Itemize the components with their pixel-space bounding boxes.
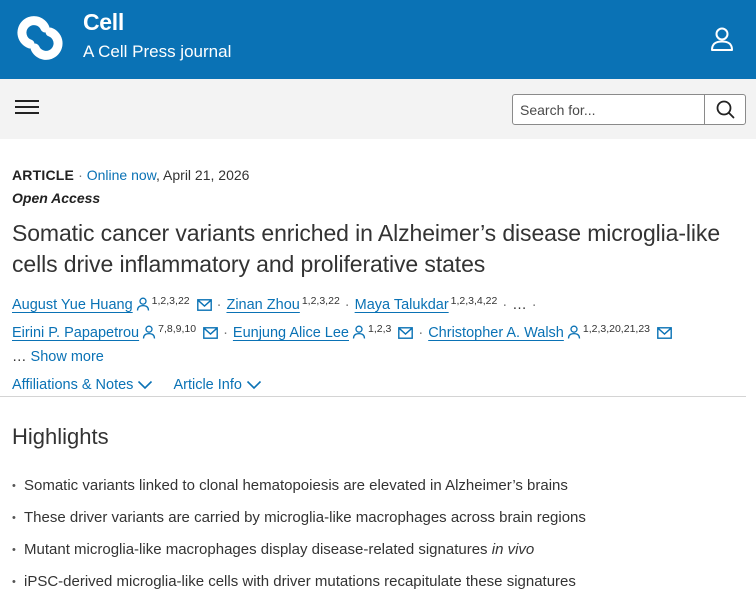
online-now-link[interactable]: Online now — [87, 167, 156, 183]
highlights-section: Highlights Somatic variants linked to cl… — [12, 424, 742, 596]
person-icon[interactable] — [136, 297, 150, 311]
show-more-authors-link[interactable]: Show more — [31, 349, 104, 365]
chevron-down-icon — [138, 380, 153, 390]
author-item: August Yue Huang 1,2,3,22 — [12, 295, 212, 313]
author-ellipsis: … — [12, 349, 27, 365]
author-affiliations[interactable]: 1,2,3,20,21,23 — [583, 323, 650, 335]
search-input[interactable] — [513, 95, 703, 124]
article-info-tabs: Affiliations & Notes Article Info — [12, 377, 744, 393]
author-name[interactable]: Christopher A. Walsh — [428, 325, 564, 341]
mail-icon[interactable] — [398, 327, 414, 339]
hamburger-menu-icon[interactable] — [13, 95, 41, 119]
article-meta: ARTICLE · Online now, April 21, 2026 — [12, 167, 250, 183]
author-affiliations[interactable]: 1,2,3,22 — [302, 295, 340, 307]
list-item-text: Mutant microglia-like macrophages displa… — [24, 541, 488, 558]
person-icon[interactable] — [352, 325, 366, 339]
author-item: Zinan Zhou 1,2,3,22 — [226, 295, 340, 313]
journal-brand[interactable]: Cell — [83, 9, 124, 36]
author-item: Maya Talukdar 1,2,3,4,22 — [355, 295, 498, 313]
search-box — [512, 94, 746, 125]
site-header: Cell A Cell Press journal — [0, 0, 756, 79]
article-title: Somatic cancer variants enriched in Alzh… — [12, 220, 721, 277]
person-icon[interactable] — [567, 325, 581, 339]
list-item: iPSC-derived microglia-like cells with d… — [12, 566, 742, 596]
author-name[interactable]: Zinan Zhou — [226, 297, 299, 313]
list-item: Mutant microglia-like macrophages displa… — [12, 534, 742, 566]
author-list: August Yue Huang 1,2,3,22 · Zinan Zhou 1,2,3… — [12, 289, 744, 369]
journal-tagline: A Cell Press journal — [83, 42, 232, 61]
tab-label: Affiliations & Notes — [12, 377, 134, 393]
author-item: Eirini P. Papapetrou 7,8,9,10 — [12, 323, 218, 341]
author-item: Eunjung Alice Lee 1,2,3 — [233, 323, 414, 341]
section-divider — [0, 396, 746, 397]
nav-bar — [0, 79, 756, 139]
cell-logo-icon[interactable] — [11, 12, 69, 64]
tab-affiliations-notes[interactable]: Affiliations & Notes — [12, 377, 153, 393]
author-affiliations[interactable]: 7,8,9,10 — [158, 323, 196, 335]
author-ellipsis: … — [512, 297, 527, 313]
author-item: Christopher A. Walsh 1,2,3,20,21,23 — [428, 323, 672, 341]
article-header: ARTICLE · Online now, April 21, 2026 Open … — [12, 166, 744, 393]
emphasis-text: in vivo — [491, 541, 535, 558]
mail-icon[interactable] — [657, 327, 672, 339]
list-item: Somatic variants linked to clonal hemato… — [12, 470, 742, 502]
list-item: These driver variants are carried by mic… — [12, 502, 742, 534]
author-name[interactable]: Eunjung Alice Lee — [233, 325, 349, 341]
highlights-list: Somatic variants linked to clonal hemato… — [12, 470, 742, 596]
search-button[interactable] — [704, 95, 745, 124]
person-icon[interactable] — [142, 325, 156, 339]
author-name[interactable]: August Yue Huang — [12, 297, 133, 313]
author-name[interactable]: Maya Talukdar — [355, 297, 449, 313]
article-type: ARTICLE — [12, 167, 75, 183]
search-icon — [716, 100, 735, 119]
publication-date: April 21, 2026 — [163, 167, 250, 183]
open-access-label: Open Access — [12, 190, 101, 206]
author-affiliations[interactable]: 1,2,3,4,22 — [451, 295, 498, 307]
author-affiliations[interactable]: 1,2,3,22 — [152, 295, 190, 307]
mail-icon[interactable] — [196, 299, 212, 311]
author-name[interactable]: Eirini P. Papapetrou — [12, 325, 139, 341]
highlights-heading: Highlights — [12, 424, 109, 449]
chevron-down-icon — [246, 380, 262, 390]
mail-icon[interactable] — [203, 327, 218, 339]
author-affiliations[interactable]: 1,2,3 — [368, 323, 391, 335]
user-icon[interactable] — [707, 24, 737, 54]
tab-article-info[interactable]: Article Info — [173, 377, 262, 393]
tab-label: Article Info — [173, 377, 242, 393]
